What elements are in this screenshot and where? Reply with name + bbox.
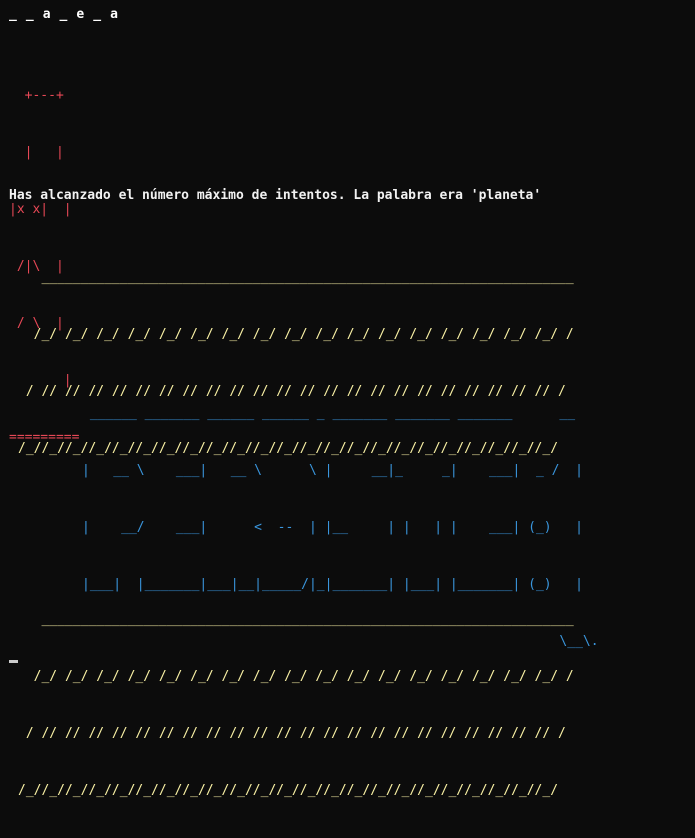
terminal-window: _ _ a _ e _ a +---+ | | |x x| | /|\ | / … <box>0 0 695 798</box>
banner-line: / // // // // // // // // // // // // //… <box>18 726 566 741</box>
gallows-line: +---+ <box>9 88 64 103</box>
gallows-line: | | <box>9 145 64 160</box>
art-line: | __ \ ___| __ \ \ | __|_ _| ___| _ / | <box>82 463 583 478</box>
word-progress: _ _ a _ e _ a <box>9 7 119 22</box>
banner-line: /_/ /_/ /_/ /_/ /_/ /_/ /_/ /_/ /_/ /_/ … <box>18 327 574 342</box>
game-over-message: Has alcanzado el número máximo de intent… <box>9 188 542 203</box>
banner-line: /_//_//_//_//_//_//_//_//_//_//_//_//_//… <box>18 783 559 798</box>
art-line: ______ _______ ______ ______ _ _______ _… <box>82 406 576 421</box>
banner-line: ________________________________________… <box>18 612 574 627</box>
terminal-cursor[interactable] <box>9 660 18 663</box>
banner-bottom: ________________________________________… <box>18 572 574 838</box>
banner-line: /_/ /_/ /_/ /_/ /_/ /_/ /_/ /_/ /_/ /_/ … <box>18 669 574 684</box>
art-line: | __/ ___| < -- | |__ | | | | ___| (_) | <box>82 520 583 535</box>
banner-line: ________________________________________… <box>18 270 574 285</box>
